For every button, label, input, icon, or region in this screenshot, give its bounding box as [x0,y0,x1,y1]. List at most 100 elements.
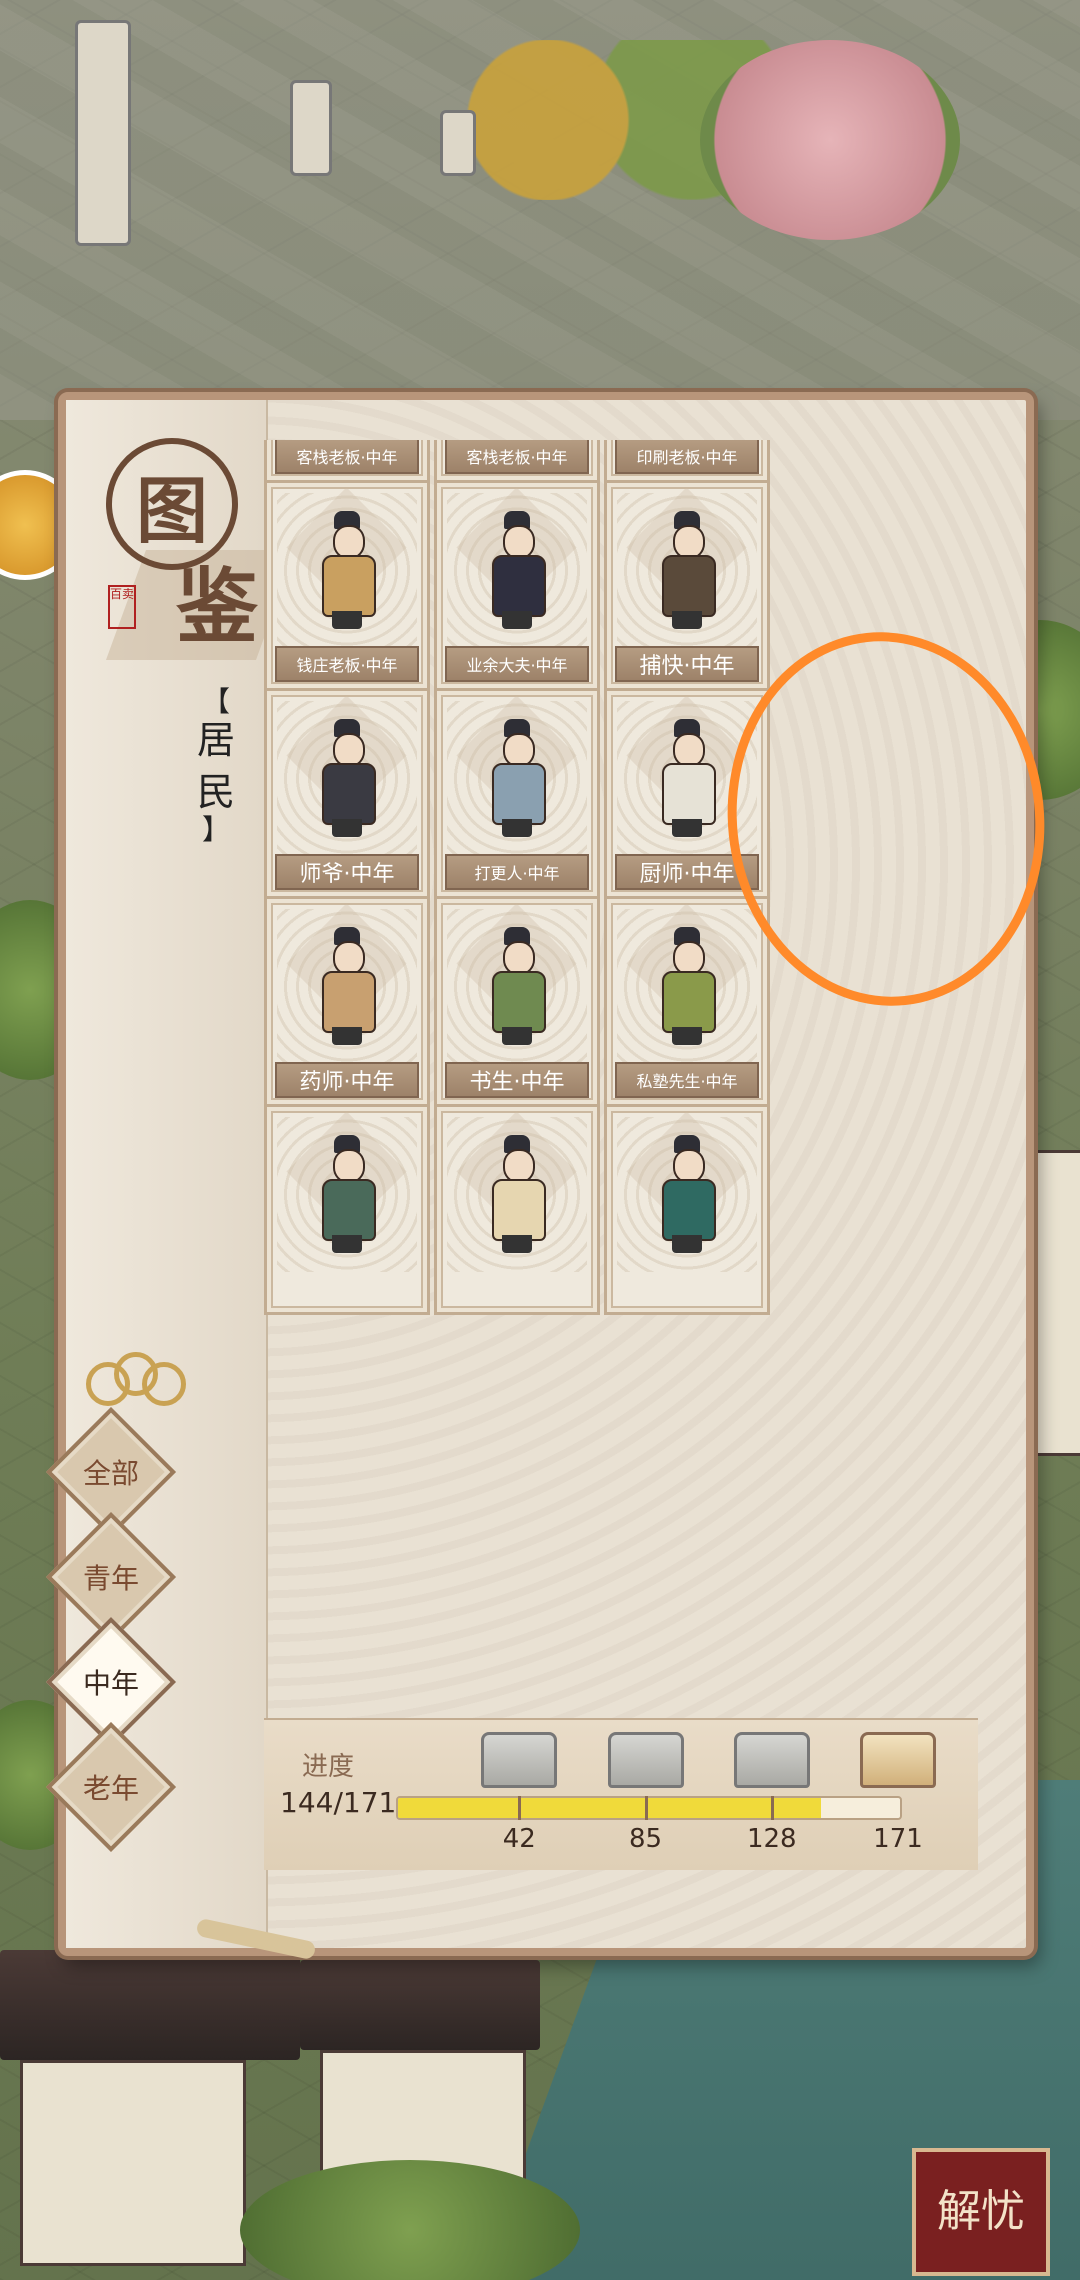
portrait-head [503,941,535,975]
milestone-label: 42 [502,1824,536,1854]
portrait-body [662,763,716,825]
card-name-plate: 厨师·中年 [615,854,759,890]
character-card[interactable]: 业余大夫·中年 [434,480,600,691]
card-name-plate: 师爷·中年 [275,854,419,890]
portrait-legs [502,1235,532,1253]
portrait-legs [332,1027,362,1045]
portrait-legs [502,611,532,629]
tassel-ornament [195,1917,317,1961]
character-card[interactable]: 师爷·中年 [264,688,430,899]
portrait-head [673,941,705,975]
character-card[interactable]: 客栈老板·中年 [434,440,600,483]
corner-stamp-button[interactable]: 解忧 [912,2148,1050,2276]
filter-elder-button[interactable]: 老年 [45,1721,177,1853]
portrait-body [322,763,376,825]
portrait-body [492,763,546,825]
card-name-plate: 捕快·中年 [615,646,759,682]
character-portrait [472,511,562,639]
progress-label: 进度 [302,1752,355,1782]
filter-label: 全部 [82,1457,139,1490]
bracket-open: 【 [201,685,230,718]
house-roof [300,1960,540,2050]
character-card[interactable]: 客栈老板·中年 [264,440,430,483]
milestone-tick [644,1796,648,1820]
portrait-body [492,971,546,1033]
portrait-head [333,733,365,767]
bracket-close: 】 [201,813,230,846]
progress-track [396,1796,902,1820]
character-portrait [642,927,732,1055]
card-name-plate: 印刷老板·中年 [615,440,759,474]
reward-chest-icon[interactable] [860,1732,936,1788]
character-grid: 客栈老板·中年 客栈老板·中年 印刷老板·中年 钱庄老板·中年 业余大夫·中年 捕快·中年… [264,440,770,1315]
title-char-2: 鉴 [176,559,259,655]
portrait-legs [332,819,362,837]
character-card[interactable]: 印刷老板·中年 [604,440,770,483]
portrait-head [333,941,365,975]
character-card[interactable] [264,1104,430,1315]
character-card[interactable]: 私塾先生·中年 [604,896,770,1107]
stone-lantern [440,110,476,176]
character-portrait [642,1135,732,1263]
milestone-label: 171 [873,1824,923,1854]
character-card[interactable]: 药师·中年 [264,896,430,1107]
portrait-head [333,1149,365,1183]
category-label: 【 居 民 】 [196,685,236,846]
progress-count: 144/171 [280,1786,397,1819]
reward-chest-icon[interactable] [733,1732,810,1788]
stone-pillar [75,20,131,246]
blossom-tree [700,40,960,240]
portrait-head [503,1149,535,1183]
card-name-plate: 私塾先生·中年 [615,1062,759,1098]
card-name-plate: 打更人·中年 [445,854,589,890]
milestone-label: 85 [628,1824,663,1854]
portrait-head [673,525,705,559]
portrait-legs [672,611,702,629]
character-card[interactable]: 书生·中年 [434,896,600,1107]
portrait-head [673,733,705,767]
character-portrait [302,927,392,1055]
filter-label: 老年 [82,1772,139,1805]
milestone-tick [518,1796,522,1820]
portrait-legs [332,1235,362,1253]
card-name-plate: 客栈老板·中年 [275,440,419,474]
character-portrait [472,719,562,847]
portrait-body [492,555,546,617]
portrait-head [673,1149,705,1183]
portrait-body [322,971,376,1033]
portrait-head [503,733,535,767]
category-char: 民 [196,770,235,814]
reward-chest-icon[interactable] [481,1732,558,1788]
character-card[interactable]: 打更人·中年 [434,688,600,899]
portrait-body [662,555,716,617]
portrait-legs [502,819,532,837]
character-portrait [302,719,392,847]
portrait-legs [672,1027,702,1045]
character-portrait [472,1135,562,1263]
house-roof [0,1950,300,2060]
milestone-tick [770,1796,774,1820]
character-card[interactable]: 捕快·中年 [604,480,770,691]
character-card[interactable] [434,1104,600,1315]
codex-panel: 图 鉴 百卖 【 居 民 】 全部 青年 中年 老年 客栈老板·中年 客栈老板·… [45,392,1034,1961]
character-card[interactable]: 厨师·中年 [604,688,770,899]
reward-chest-icon[interactable] [607,1732,684,1788]
category-char: 居 [196,718,235,762]
filter-label: 中年 [82,1667,139,1700]
stone-lantern [290,80,332,176]
codex-sidebar: 图 鉴 百卖 【 居 民 】 全部 青年 中年 老年 [45,400,317,1961]
card-name-plate: 业余大夫·中年 [445,646,589,682]
portrait-legs [672,1235,702,1253]
portrait-body [492,1179,546,1241]
portrait-head [333,525,365,559]
card-name-plate: 客栈老板·中年 [445,440,589,474]
progress-fill [398,1798,821,1818]
title-seal: 百卖 [108,585,136,629]
portrait-body [662,1179,716,1241]
character-portrait [472,927,562,1055]
portrait-body [322,1179,376,1241]
character-card[interactable]: 钱庄老板·中年 [264,480,430,691]
character-grid-viewport[interactable]: 客栈老板·中年 客栈老板·中年 印刷老板·中年 钱庄老板·中年 业余大夫·中年 捕快·中年… [264,440,968,1720]
character-card[interactable] [604,1104,770,1315]
filter-label: 青年 [82,1562,139,1595]
